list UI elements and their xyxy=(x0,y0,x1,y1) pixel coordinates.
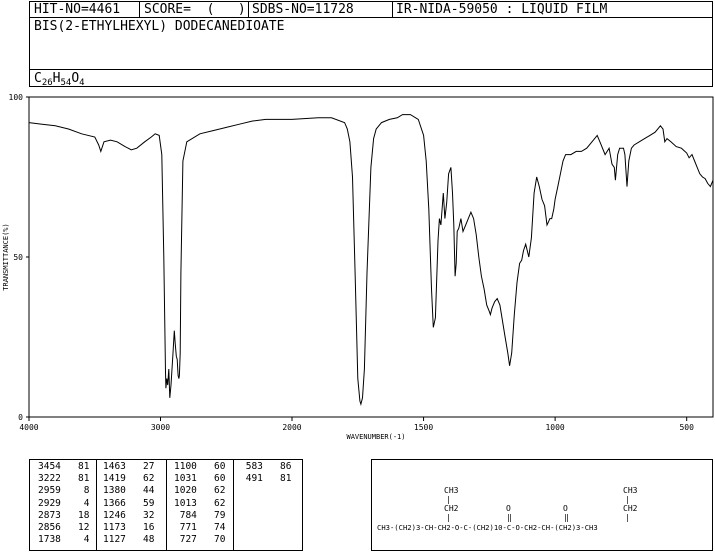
carbonyl-oxygen: O xyxy=(506,504,511,513)
x-tick-label: 3000 xyxy=(151,423,170,432)
x-axis-label: WAVENUMBER(-1) xyxy=(346,433,405,441)
ir-identifier: IR-NIDA-59050 : LIQUID FILM xyxy=(396,2,608,17)
sdbs-number: SDBS-NO=11728 xyxy=(252,2,354,17)
branch-bond: | xyxy=(625,495,630,504)
peak-row: 1463 27 xyxy=(103,461,155,472)
peak-row: 2959 8 xyxy=(38,485,90,497)
compound-panel: BIS(2-ETHYLHEXYL) DODECANEDIOATE C26H54O… xyxy=(29,17,713,88)
y-tick-label: 50 xyxy=(13,253,23,262)
plot-frame xyxy=(28,96,714,418)
peak-row: 1246 32 xyxy=(103,509,155,521)
peak-column: 583 86 491 81 xyxy=(240,461,292,485)
peak-row: 3222 81 xyxy=(38,473,90,485)
branch-bond: | xyxy=(446,513,451,522)
peak-row: 491 81 xyxy=(240,473,292,485)
header-divider xyxy=(392,2,393,17)
peak-column: 1463 27 1419 62 1380 44 1366 59 1246 32 1173 … xyxy=(103,461,154,546)
peak-row: 2856 12 xyxy=(38,522,90,534)
branch-ch3-left: CH3 xyxy=(444,486,459,495)
header-divider xyxy=(139,2,140,17)
header-bar: HIT-NO=4461 SCORE= ( ) SDBS-NO=11728 IR-… xyxy=(29,1,713,18)
peak-table: 3454 81 3222 81 2959 8 2929 4 2873 18 2856 12… xyxy=(29,459,303,551)
main-chain: CH3-(CH2)3-CH-CH2-O-C-(CH2)10-C-O-CH2-CH… xyxy=(377,523,598,532)
compound-name: BIS(2-ETHYLHEXYL) DODECANEDIOATE xyxy=(34,19,285,34)
carbonyl-bond: ‖ xyxy=(564,513,569,522)
peak-row: 2873 18 xyxy=(38,509,90,521)
structure-diagram: CH3 | CH2 | O ‖ O ‖ CH3 | CH2 | CH3-(CH2… xyxy=(371,459,713,551)
y-axis-label: TRANSMITTANCE(%) xyxy=(2,223,10,290)
peak-row: 1031 60 xyxy=(174,473,226,485)
branch-ch3-right: CH3 xyxy=(623,486,638,495)
formula-divider xyxy=(30,69,712,70)
x-tick-label: 1500 xyxy=(414,423,433,432)
peak-row: 1127 48 xyxy=(103,534,155,546)
spectrum-line xyxy=(28,114,714,407)
column-divider xyxy=(233,460,234,550)
score-field: SCORE= ( ) xyxy=(144,2,246,17)
branch-bond: | xyxy=(446,495,451,504)
peak-column: 1100 60 1031 60 1020 62 1013 62 784 79 771 … xyxy=(174,461,225,546)
peak-column: 3454 81 3222 81 2959 8 2929 4 2873 18 2856 12… xyxy=(38,461,89,546)
peak-row: 1366 59 xyxy=(103,497,155,509)
column-divider xyxy=(166,460,167,550)
peak-row: 771 74 xyxy=(174,522,226,534)
x-tick-label: 4000 xyxy=(19,423,38,432)
ir-spectrum-chart: 4000 3000 2000 1500 1000 500100500WAVENUMBER(… xyxy=(2,93,714,441)
peak-row: 1013 62 xyxy=(174,497,226,509)
peak-row: 1173 16 xyxy=(103,522,155,534)
hit-number: HIT-NO=4461 xyxy=(34,2,121,17)
peak-row: 727 70 xyxy=(174,534,226,546)
peak-row: 3454 81 xyxy=(38,461,90,472)
branch-ch2-left: CH2 xyxy=(444,504,459,513)
peak-row: 784 79 xyxy=(174,509,226,521)
x-tick-label: 2000 xyxy=(282,423,301,432)
branch-ch2-right: CH2 xyxy=(623,504,638,513)
peak-row: 1100 60 xyxy=(174,461,226,472)
peak-row: 583 86 xyxy=(240,461,292,472)
header-divider xyxy=(248,2,249,17)
y-tick-label: 0 xyxy=(18,413,23,422)
peak-row: 2929 4 xyxy=(38,497,90,509)
peak-row: 1380 44 xyxy=(103,485,155,497)
peak-row: 1738 4 xyxy=(38,534,90,546)
carbonyl-oxygen: O xyxy=(563,504,568,513)
y-tick-label: 100 xyxy=(9,93,24,102)
x-tick-label: 1000 xyxy=(545,423,564,432)
branch-bond: | xyxy=(625,513,630,522)
carbonyl-bond: ‖ xyxy=(507,513,512,522)
peak-row: 1419 62 xyxy=(103,473,155,485)
x-tick-label: 500 xyxy=(679,423,694,432)
column-divider xyxy=(96,460,97,550)
peak-row: 1020 62 xyxy=(174,485,226,497)
